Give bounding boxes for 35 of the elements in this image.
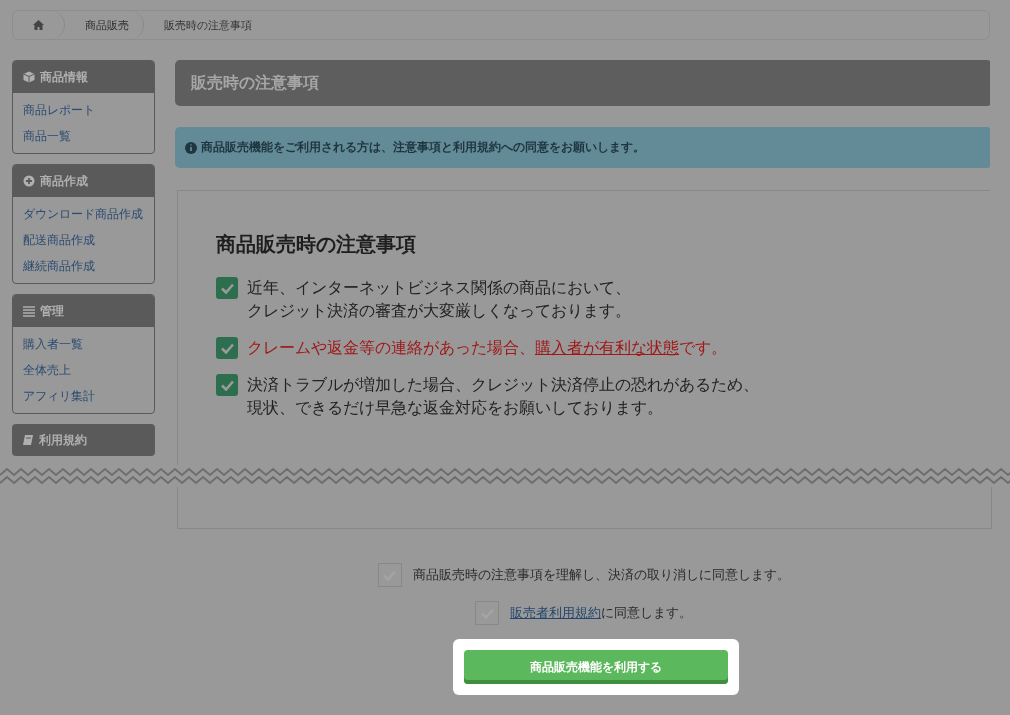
agree-checkbox[interactable] — [475, 601, 499, 625]
sidebar-link[interactable]: 配送商品作成 — [23, 227, 154, 253]
plus-circle-icon — [23, 175, 35, 187]
sidebar-link[interactable]: 商品一覧 — [23, 123, 154, 149]
book-icon — [22, 434, 34, 446]
sidebar-link[interactable]: 継続商品作成 — [23, 253, 154, 279]
sidebar-panel-title: 商品作成 — [40, 172, 88, 190]
sidebar-panel-title: 商品情報 — [40, 68, 88, 86]
sidebar-link[interactable]: 商品レポート — [23, 97, 154, 123]
submit-button[interactable]: 商品販売機能を利用する — [464, 650, 728, 684]
note-text: 近年、インターネットビジネス関係の商品において、 クレジット決済の審査が大変厳しくなっております。 — [247, 277, 631, 322]
cube-icon — [23, 71, 35, 83]
notes-heading: 商品販売時の注意事項 — [216, 231, 417, 258]
info-icon — [185, 141, 197, 154]
page-title: 販売時の注意事項 — [175, 60, 990, 106]
home-icon — [33, 20, 44, 30]
agree-checkbox[interactable] — [377, 563, 402, 587]
check-icon — [220, 379, 234, 391]
sidebar-panel-title: 管理 — [40, 302, 64, 320]
breadcrumb-link[interactable]: 商品販売 — [65, 11, 144, 39]
info-text: 商品販売機能をご利用される方は、注意事項と利用規約への同意をお願いします。 — [201, 139, 645, 156]
sidebar-link[interactable]: 全体売上 — [23, 357, 154, 383]
check-icon — [220, 342, 234, 354]
terms-link[interactable]: 販売者利用規約 — [510, 605, 601, 620]
sidebar-link[interactable]: ダウンロード商品作成 — [23, 201, 154, 227]
check-icon — [220, 282, 234, 294]
agree-label: 商品販売時の注意事項を理解し、決済の取り消しに同意します。 — [412, 566, 790, 584]
sidebar-link[interactable]: アフィリ集計 — [23, 383, 154, 409]
sidebar-panel-title: 利用規約 — [39, 431, 87, 449]
breadcrumb-current-page: 販売時の注意事項 — [163, 17, 253, 34]
agree-label: 販売者利用規約に同意します。 — [510, 604, 692, 622]
list-icon — [23, 305, 35, 317]
sidebar-link[interactable]: 購入者一覧 — [23, 331, 154, 357]
note-text: クレームや返金等の連絡があった場合、購入者が有利な状態です。 — [247, 337, 727, 359]
note-text: 決済トラブルが増加した場合、クレジット決済停止の恐れがあるため、 現状、できるだけ早急な返金対応をお願いしております。 — [247, 374, 759, 419]
